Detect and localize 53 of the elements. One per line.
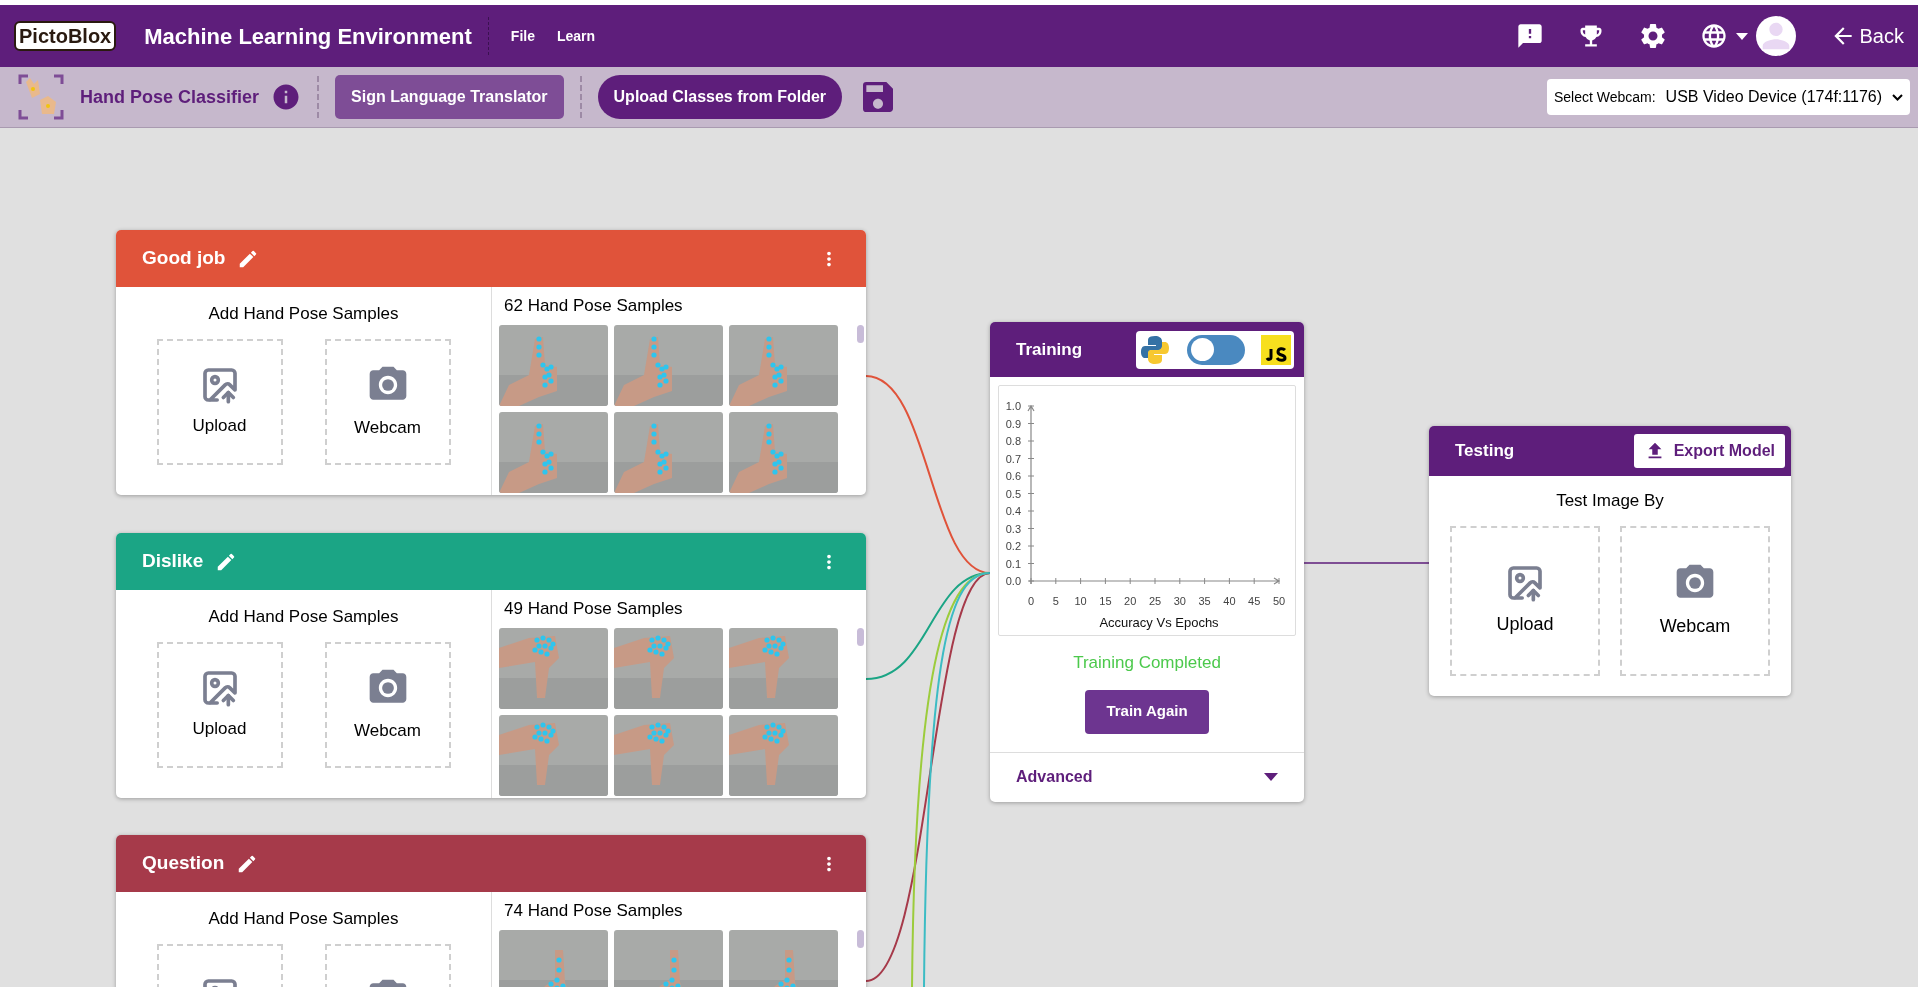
sample-count: 49 Hand Pose Samples bbox=[504, 598, 684, 620]
y-tick-label: 0.6 bbox=[1005, 470, 1021, 482]
x-tick-label: 25 bbox=[1148, 595, 1162, 607]
add-samples-title: Add Hand Pose Samples bbox=[208, 303, 399, 325]
menu-item[interactable]: File bbox=[510, 25, 535, 47]
chart-title: Accuracy Vs Epochs bbox=[1099, 615, 1219, 630]
x-tick-label: 30 bbox=[1173, 595, 1186, 607]
sample-count: 74 Hand Pose Samples bbox=[504, 900, 684, 922]
logo[interactable]: PictoBlox bbox=[14, 21, 117, 51]
webcam-select[interactable]: Select Webcam: USB Video Device (174f:1176) bbox=[1546, 79, 1910, 115]
training-status: Training Completed bbox=[1072, 652, 1222, 674]
x-tick-label: 40 bbox=[1223, 595, 1236, 607]
advanced-toggle[interactable]: Advanced bbox=[990, 751, 1304, 802]
y-tick-label: 0.1 bbox=[1005, 557, 1021, 570]
test-image-title: Test Image By bbox=[1556, 490, 1664, 512]
x-tick-label: 10 bbox=[1074, 595, 1087, 607]
upload-folder-button[interactable]: Upload Classes from Folder bbox=[597, 75, 843, 119]
x-tick-label: 45 bbox=[1248, 595, 1261, 607]
testing-title: Testing bbox=[1455, 440, 1515, 463]
train-again-button[interactable]: Train Again bbox=[1085, 689, 1209, 734]
y-tick-label: 0.9 bbox=[1005, 417, 1021, 430]
y-tick-label: 0.8 bbox=[1005, 435, 1021, 447]
y-tick-label: 0.5 bbox=[1005, 487, 1021, 500]
add-samples-title: Add Hand Pose Samples bbox=[208, 908, 399, 930]
y-tick-label: 0.4 bbox=[1005, 505, 1021, 517]
add-samples-title: Add Hand Pose Samples bbox=[208, 606, 399, 628]
x-tick-label: 50 bbox=[1272, 595, 1286, 607]
x-tick-label: 0 bbox=[1027, 595, 1035, 607]
x-tick-label: 5 bbox=[1052, 595, 1059, 607]
webcam-button[interactable]: Webcam bbox=[324, 338, 451, 465]
upload-button[interactable]: Upload bbox=[1450, 525, 1600, 676]
menu-item[interactable]: Learn bbox=[557, 25, 596, 47]
x-tick-label: 20 bbox=[1124, 595, 1137, 607]
project-name: Hand Pose Classifier bbox=[80, 85, 260, 109]
app-title: Machine Learning Environment bbox=[144, 22, 472, 51]
y-tick-label: 0.0 bbox=[1005, 575, 1021, 587]
y-tick-label: 0.2 bbox=[1005, 540, 1021, 552]
y-tick-label: 0.3 bbox=[1005, 522, 1021, 535]
training-title: Training bbox=[1016, 338, 1083, 361]
class-name[interactable]: Question bbox=[142, 849, 225, 878]
x-tick-label: 15 bbox=[1099, 595, 1112, 607]
export-model-button[interactable]: Export Model bbox=[1633, 434, 1785, 468]
back-button[interactable]: Back bbox=[1829, 21, 1904, 51]
y-tick-label: 0.7 bbox=[1005, 452, 1021, 465]
translator-button[interactable]: Sign Language Translator bbox=[335, 75, 564, 119]
webcam-button[interactable]: Webcam bbox=[1620, 525, 1770, 676]
webcam-button[interactable]: Webcam bbox=[324, 641, 451, 768]
x-tick-label: 35 bbox=[1198, 595, 1211, 607]
sample-count: 62 Hand Pose Samples bbox=[504, 295, 684, 317]
upload-button[interactable]: Upload bbox=[156, 338, 283, 465]
upload-button[interactable]: Upload bbox=[156, 641, 283, 768]
class-name[interactable]: Good job bbox=[142, 244, 226, 273]
y-tick-label: 1.0 bbox=[1005, 400, 1021, 412]
